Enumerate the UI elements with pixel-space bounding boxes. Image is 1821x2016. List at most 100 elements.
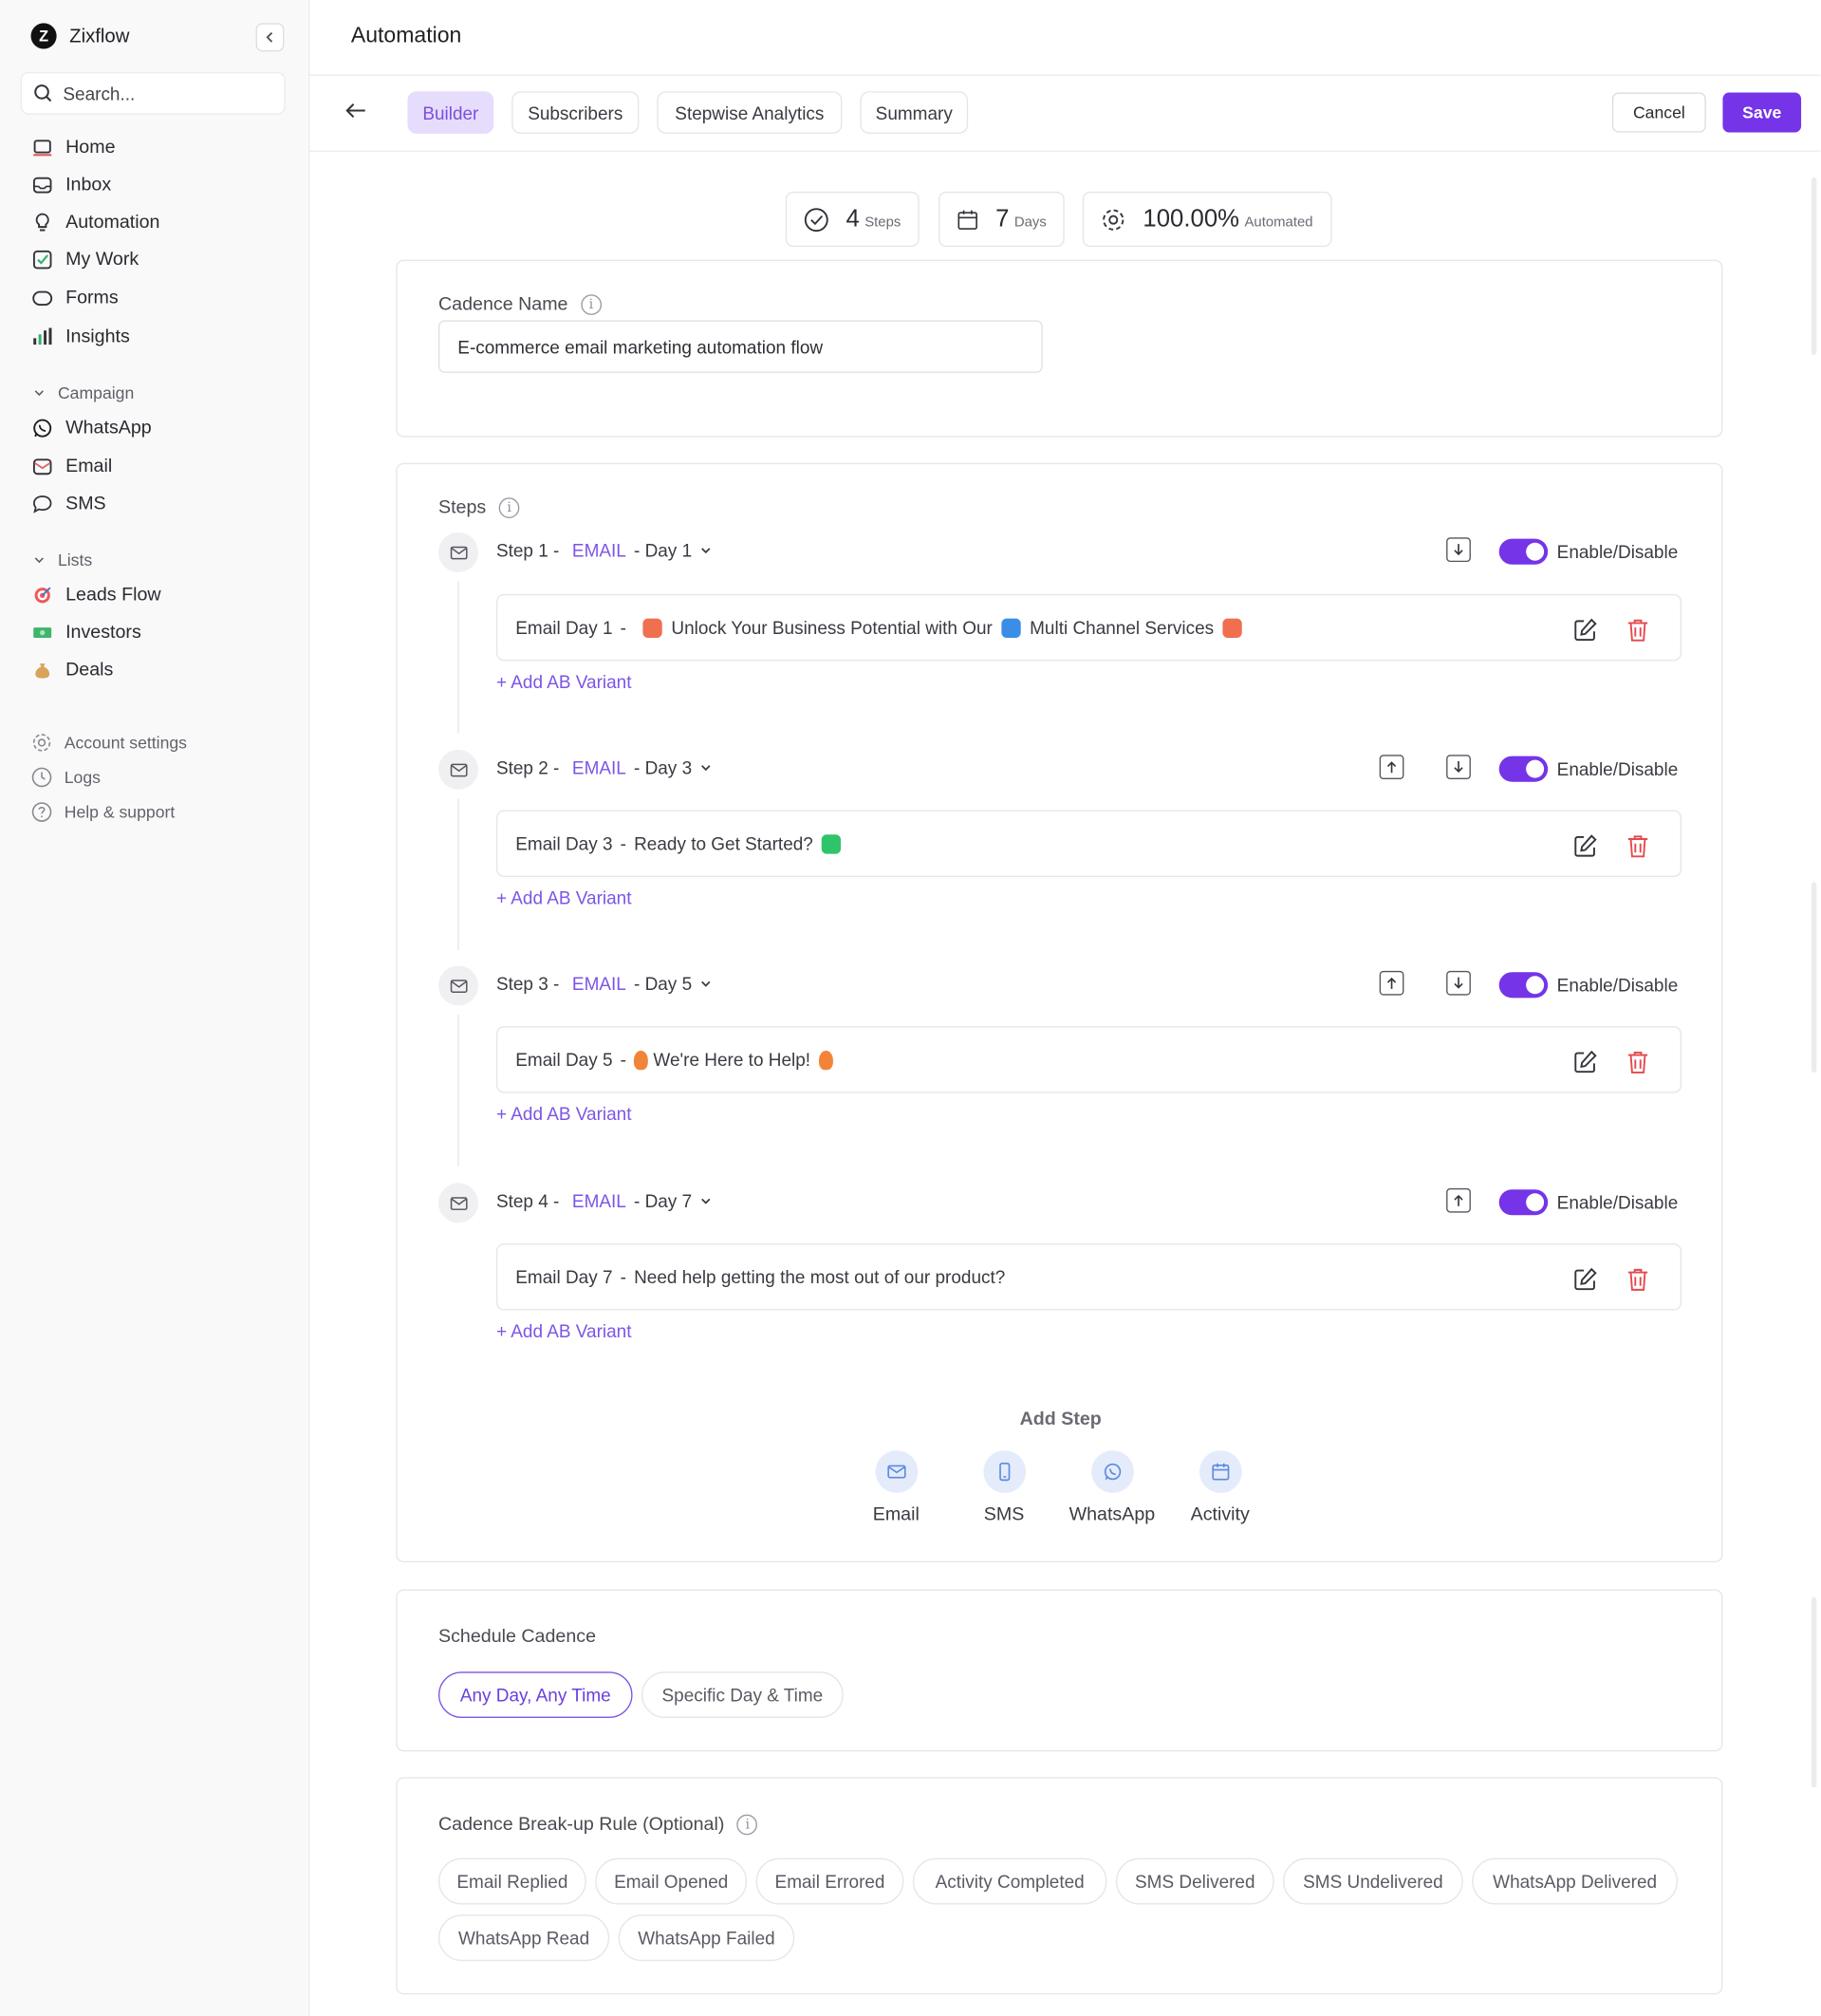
step-1-header[interactable]: Step 1 - EMAIL - Day 1 [496, 540, 713, 561]
rule-email-opened[interactable]: Email Opened [595, 1857, 748, 1905]
sidebar-item-deals[interactable]: Deals [31, 659, 113, 681]
chevron-down-icon [34, 390, 44, 397]
trash-icon[interactable] [1626, 1050, 1649, 1075]
rule-whatsapp-read[interactable]: WhatsApp Read [437, 1914, 610, 1962]
step-2-message[interactable]: Email Day 3- Ready to Get Started? [495, 810, 1682, 877]
sidebar-item-my-work[interactable]: My Work [31, 248, 139, 270]
sidebar-item-account-settings[interactable]: Account settings [31, 732, 187, 754]
stat-steps-unit: Steps [864, 214, 901, 230]
add-step-email-button[interactable]: Email [845, 1450, 947, 1525]
add-ab-variant-button[interactable]: + Add AB Variant [496, 887, 632, 908]
phone-icon [982, 1450, 1026, 1493]
stat-steps: 4 Steps [785, 191, 920, 248]
sidebar-item-home[interactable]: Home [31, 137, 116, 159]
rule-sms-delivered[interactable]: SMS Delivered [1115, 1857, 1274, 1905]
step-day: - Day 7 [633, 1190, 693, 1212]
collapse-sidebar-button[interactable] [255, 23, 285, 52]
tab-stepwise-analytics[interactable]: Stepwise Analytics [657, 91, 843, 134]
lists-section-toggle[interactable]: Lists [33, 551, 92, 569]
rule-email-replied[interactable]: Email Replied [437, 1857, 586, 1905]
step-4-enable-toggle[interactable] [1498, 1189, 1549, 1216]
search-input[interactable]: Search... [20, 71, 286, 115]
add-step-sms-button[interactable]: SMS [953, 1450, 1055, 1525]
rule-activity-completed[interactable]: Activity Completed [912, 1857, 1107, 1905]
fire-emoji-icon [819, 1050, 834, 1070]
scrollbar-thumb[interactable] [1811, 1596, 1817, 1788]
move-down-button[interactable] [1446, 755, 1471, 780]
info-icon[interactable]: i [498, 497, 520, 518]
clock-icon [31, 767, 52, 788]
sidebar-item-help-support[interactable]: Help & support [31, 801, 175, 823]
sidebar-item-inbox[interactable]: Inbox [31, 174, 111, 196]
info-icon[interactable]: i [736, 1814, 758, 1836]
sidebar-item-forms[interactable]: Forms [31, 287, 119, 308]
sidebar-item-logs[interactable]: Logs [31, 766, 101, 788]
trash-icon[interactable] [1626, 617, 1649, 643]
trash-icon[interactable] [1626, 833, 1649, 859]
mail-icon [450, 763, 467, 776]
move-up-button[interactable] [1379, 755, 1404, 780]
sidebar-item-insights[interactable]: Insights [31, 326, 130, 347]
sidebar-item-investors[interactable]: Investors [31, 621, 141, 643]
add-ab-variant-button[interactable]: + Add AB Variant [496, 1103, 632, 1124]
add-step-whatsapp-button[interactable]: WhatsApp [1061, 1450, 1163, 1525]
sidebar-item-label: Email [65, 456, 113, 476]
rule-whatsapp-failed[interactable]: WhatsApp Failed [618, 1914, 795, 1962]
tab-builder[interactable]: Builder [407, 91, 494, 134]
edit-icon[interactable] [1572, 617, 1598, 643]
move-up-button[interactable] [1379, 970, 1404, 996]
add-step-activity-button[interactable]: Activity [1169, 1450, 1272, 1525]
step-2-enable-toggle[interactable] [1498, 756, 1549, 782]
app-root: Z Zixflow Search... Home Inbox Automatio… [0, 0, 1821, 2016]
rule-sms-undelivered[interactable]: SMS Undelivered [1283, 1857, 1463, 1905]
enable-disable-label: Enable/Disable [1556, 758, 1679, 780]
step-3-enable-toggle[interactable] [1498, 972, 1549, 999]
chevron-down-icon [34, 557, 44, 564]
chevron-down-icon [701, 548, 711, 554]
search-placeholder: Search... [63, 83, 136, 104]
edit-icon[interactable] [1572, 1050, 1598, 1075]
rule-email-errored[interactable]: Email Errored [755, 1857, 904, 1905]
mail-icon [874, 1450, 918, 1493]
message-prefix: Email Day 1 [515, 617, 613, 638]
move-down-button[interactable] [1446, 537, 1471, 563]
sidebar-item-email[interactable]: Email [31, 456, 113, 477]
sidebar-item-label: My Work [65, 249, 139, 270]
cancel-button[interactable]: Cancel [1611, 92, 1706, 133]
scrollbar-thumb[interactable] [1811, 882, 1817, 1073]
step-2-header[interactable]: Step 2 - EMAIL - Day 3 [496, 757, 713, 778]
step-1-enable-toggle[interactable] [1498, 538, 1549, 565]
info-icon[interactable]: i [581, 294, 602, 315]
edit-icon[interactable] [1572, 1266, 1598, 1292]
back-button[interactable] [344, 98, 369, 130]
arrow-up-icon [1386, 761, 1397, 774]
sidebar-item-label: SMS [65, 493, 106, 514]
cadence-name-input[interactable]: E-commerce email marketing automation fl… [437, 320, 1043, 373]
move-up-button[interactable] [1446, 1187, 1471, 1213]
save-button[interactable]: Save [1722, 92, 1802, 133]
step-4-header[interactable]: Step 4 - EMAIL - Day 7 [496, 1190, 713, 1212]
edit-icon[interactable] [1572, 833, 1598, 859]
sidebar-item-leads-flow[interactable]: Leads Flow [31, 584, 161, 606]
campaign-section-toggle[interactable]: Campaign [33, 383, 134, 402]
page-scrollbar[interactable] [1808, 152, 1821, 2016]
schedule-option-any-day[interactable]: Any Day, Any Time [437, 1671, 633, 1719]
step-4-message[interactable]: Email Day 7- Need help getting the most … [495, 1243, 1682, 1311]
step-1-message[interactable]: Email Day 1- Unlock Your Business Potent… [495, 593, 1682, 662]
step-3-header[interactable]: Step 3 - EMAIL - Day 5 [496, 974, 713, 994]
tab-summary[interactable]: Summary [860, 91, 969, 134]
step-channel-avatar [437, 1183, 478, 1223]
add-ab-variant-button[interactable]: + Add AB Variant [496, 1320, 632, 1341]
sidebar-item-sms[interactable]: SMS [31, 493, 106, 514]
brand[interactable]: Z Zixflow [30, 23, 129, 49]
scrollbar-thumb[interactable] [1811, 177, 1817, 355]
rule-whatsapp-delivered[interactable]: WhatsApp Delivered [1472, 1857, 1679, 1905]
step-3-message[interactable]: Email Day 5- We're Here to Help! [495, 1026, 1682, 1093]
trash-icon[interactable] [1626, 1266, 1649, 1292]
sidebar-item-automation[interactable]: Automation [31, 211, 159, 233]
add-ab-variant-button[interactable]: + Add AB Variant [496, 671, 632, 692]
sidebar-item-whatsapp[interactable]: WhatsApp [31, 417, 152, 439]
tab-subscribers[interactable]: Subscribers [511, 91, 640, 134]
schedule-option-specific-day[interactable]: Specific Day & Time [641, 1671, 844, 1719]
move-down-button[interactable] [1446, 970, 1471, 996]
